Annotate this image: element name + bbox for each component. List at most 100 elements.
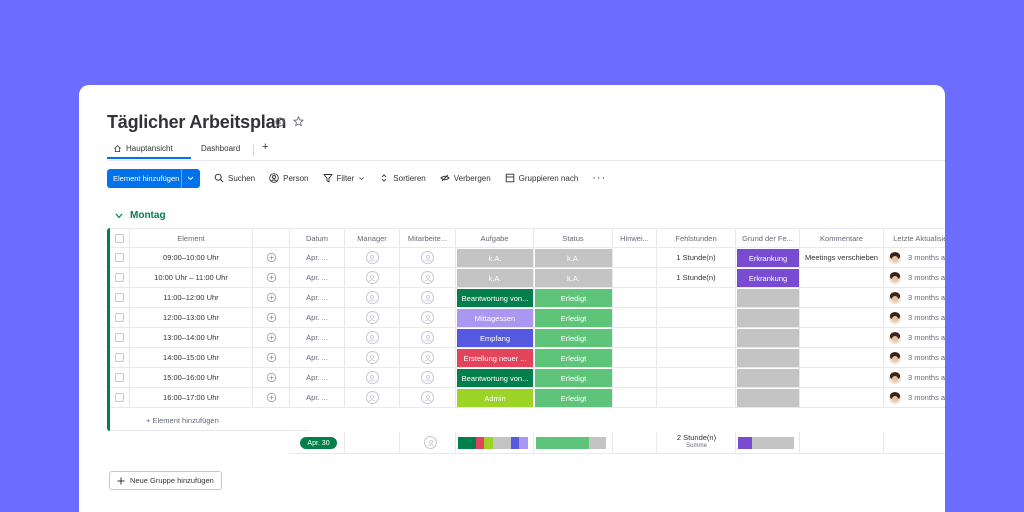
cell-grund[interactable] xyxy=(736,308,800,328)
aufgabe-label[interactable]: Beantwortung von... xyxy=(457,289,533,307)
person-filter-button[interactable]: Person xyxy=(269,173,309,183)
cell-fehl[interactable] xyxy=(657,308,736,328)
add-person-icon[interactable] xyxy=(266,292,277,303)
empty-avatar-icon[interactable] xyxy=(421,331,434,344)
cell-element[interactable]: 10:00 Uhr – 11:00 Uhr xyxy=(130,268,253,288)
cell-person[interactable] xyxy=(253,388,290,408)
cell-hinweis[interactable] xyxy=(613,248,657,268)
cell-mitarb[interactable] xyxy=(400,348,456,368)
status-label[interactable]: Erledigt xyxy=(535,309,612,327)
cell-aufgabe[interactable]: Mittagessen xyxy=(456,308,534,328)
status-label[interactable]: Erledigt xyxy=(535,349,612,367)
row-checkbox[interactable] xyxy=(115,373,124,382)
cell-manager[interactable] xyxy=(345,268,400,288)
cell-grund[interactable] xyxy=(736,328,800,348)
row-checkbox[interactable] xyxy=(115,253,124,262)
row-checkbox-cell[interactable] xyxy=(110,308,130,328)
cell-status[interactable]: Erledigt xyxy=(534,308,613,328)
cell-person[interactable] xyxy=(253,328,290,348)
cell-hinweis[interactable] xyxy=(613,288,657,308)
cell-aufgabe[interactable]: Admin xyxy=(456,388,534,408)
aufgabe-label[interactable]: Erstellung neuer ... xyxy=(457,349,533,367)
cell-hinweis[interactable] xyxy=(613,268,657,288)
column-header-hinweis[interactable]: Hinwei... xyxy=(613,228,657,248)
row-checkbox-cell[interactable] xyxy=(110,348,130,368)
empty-avatar-icon[interactable] xyxy=(365,251,379,264)
cell-status[interactable]: k.A. xyxy=(534,268,613,288)
grund-label[interactable] xyxy=(737,389,799,407)
empty-avatar-icon[interactable] xyxy=(365,311,379,324)
cell-mitarb[interactable] xyxy=(400,308,456,328)
tab-dashboard[interactable]: Dashboard xyxy=(201,144,240,153)
row-checkbox-cell[interactable] xyxy=(110,268,130,288)
cell-hinweis[interactable] xyxy=(613,328,657,348)
cell-fehl[interactable] xyxy=(657,388,736,408)
row-checkbox[interactable] xyxy=(115,293,124,302)
column-header-mitarb[interactable]: Mitarbeite... xyxy=(400,228,456,248)
cell-mitarb[interactable] xyxy=(400,248,456,268)
cell-person[interactable] xyxy=(253,248,290,268)
cell-fehl[interactable]: 1 Stunde(n) xyxy=(657,248,736,268)
cell-status[interactable]: Erledigt xyxy=(534,328,613,348)
cell-updated[interactable]: 3 months a... xyxy=(884,248,945,268)
cell-fehl[interactable] xyxy=(657,288,736,308)
aufgabe-label[interactable]: k.A. xyxy=(457,269,533,287)
cell-aufgabe[interactable]: Erstellung neuer ... xyxy=(456,348,534,368)
select-all-checkbox[interactable] xyxy=(115,233,124,243)
group-by-button[interactable]: Gruppieren nach xyxy=(505,173,578,183)
add-person-icon[interactable] xyxy=(266,312,277,323)
cell-mitarb[interactable] xyxy=(400,368,456,388)
cell-status[interactable]: Erledigt xyxy=(534,348,613,368)
cell-person[interactable] xyxy=(253,368,290,388)
cell-hinweis[interactable] xyxy=(613,308,657,328)
cell-mitarb[interactable] xyxy=(400,268,456,288)
cell-updated[interactable]: 3 months a... xyxy=(884,308,945,328)
empty-avatar-icon[interactable] xyxy=(421,311,434,324)
add-person-icon[interactable] xyxy=(266,392,277,403)
add-person-icon[interactable] xyxy=(266,332,277,343)
cell-aufgabe[interactable]: Empfang xyxy=(456,328,534,348)
aufgabe-label[interactable]: Admin xyxy=(457,389,533,407)
cell-mitarb[interactable] xyxy=(400,328,456,348)
cell-fehl[interactable]: 1 Stunde(n) xyxy=(657,268,736,288)
row-checkbox-cell[interactable] xyxy=(110,248,130,268)
row-checkbox[interactable] xyxy=(115,313,124,322)
add-person-icon[interactable] xyxy=(266,272,277,283)
empty-avatar-icon[interactable] xyxy=(365,271,379,284)
cell-aufgabe[interactable]: k.A. xyxy=(456,268,534,288)
grund-label[interactable]: Erkrankung xyxy=(737,269,799,287)
cell-element[interactable]: 12:00–13:00 Uhr xyxy=(130,308,253,328)
cell-element[interactable]: 13:00–14:00 Uhr xyxy=(130,328,253,348)
cell-element[interactable]: 14:00–15:00 Uhr xyxy=(130,348,253,368)
cell-komment[interactable] xyxy=(800,328,884,348)
status-label[interactable]: Erledigt xyxy=(535,289,612,307)
aufgabe-label[interactable]: Mittagessen xyxy=(457,309,533,327)
cell-status[interactable]: Erledigt xyxy=(534,388,613,408)
cell-status[interactable]: k.A. xyxy=(534,248,613,268)
empty-avatar-icon[interactable] xyxy=(365,371,379,384)
cell-updated[interactable]: 3 months a... xyxy=(884,288,945,308)
column-header-aufgabe[interactable]: Aufgabe xyxy=(456,228,534,248)
info-icon[interactable] xyxy=(275,116,285,127)
cell-mitarb[interactable] xyxy=(400,288,456,308)
cell-fehl[interactable] xyxy=(657,348,736,368)
column-header-manager[interactable]: Manager xyxy=(345,228,400,248)
column-header-fehl[interactable]: Fehlstunden xyxy=(657,228,736,248)
cell-datum[interactable]: Apr. ... xyxy=(290,388,345,408)
column-header-komment[interactable]: Kommentare xyxy=(800,228,884,248)
empty-avatar-icon[interactable] xyxy=(365,331,379,344)
aufgabe-label[interactable]: Beantwortung von... xyxy=(457,369,533,387)
row-checkbox[interactable] xyxy=(115,273,124,282)
cell-datum[interactable]: Apr. ... xyxy=(290,288,345,308)
row-checkbox-cell[interactable] xyxy=(110,388,130,408)
cell-aufgabe[interactable]: Beantwortung von... xyxy=(456,288,534,308)
chevron-down-icon[interactable] xyxy=(181,168,194,188)
cell-grund[interactable] xyxy=(736,348,800,368)
grund-label[interactable] xyxy=(737,289,799,307)
tab-hauptansicht[interactable]: Hauptansicht xyxy=(107,144,191,159)
cell-fehl[interactable] xyxy=(657,368,736,388)
cell-aufgabe[interactable]: Beantwortung von... xyxy=(456,368,534,388)
aufgabe-label[interactable]: k.A. xyxy=(457,249,533,267)
cell-komment[interactable] xyxy=(800,388,884,408)
cell-datum[interactable]: Apr. ... xyxy=(290,368,345,388)
